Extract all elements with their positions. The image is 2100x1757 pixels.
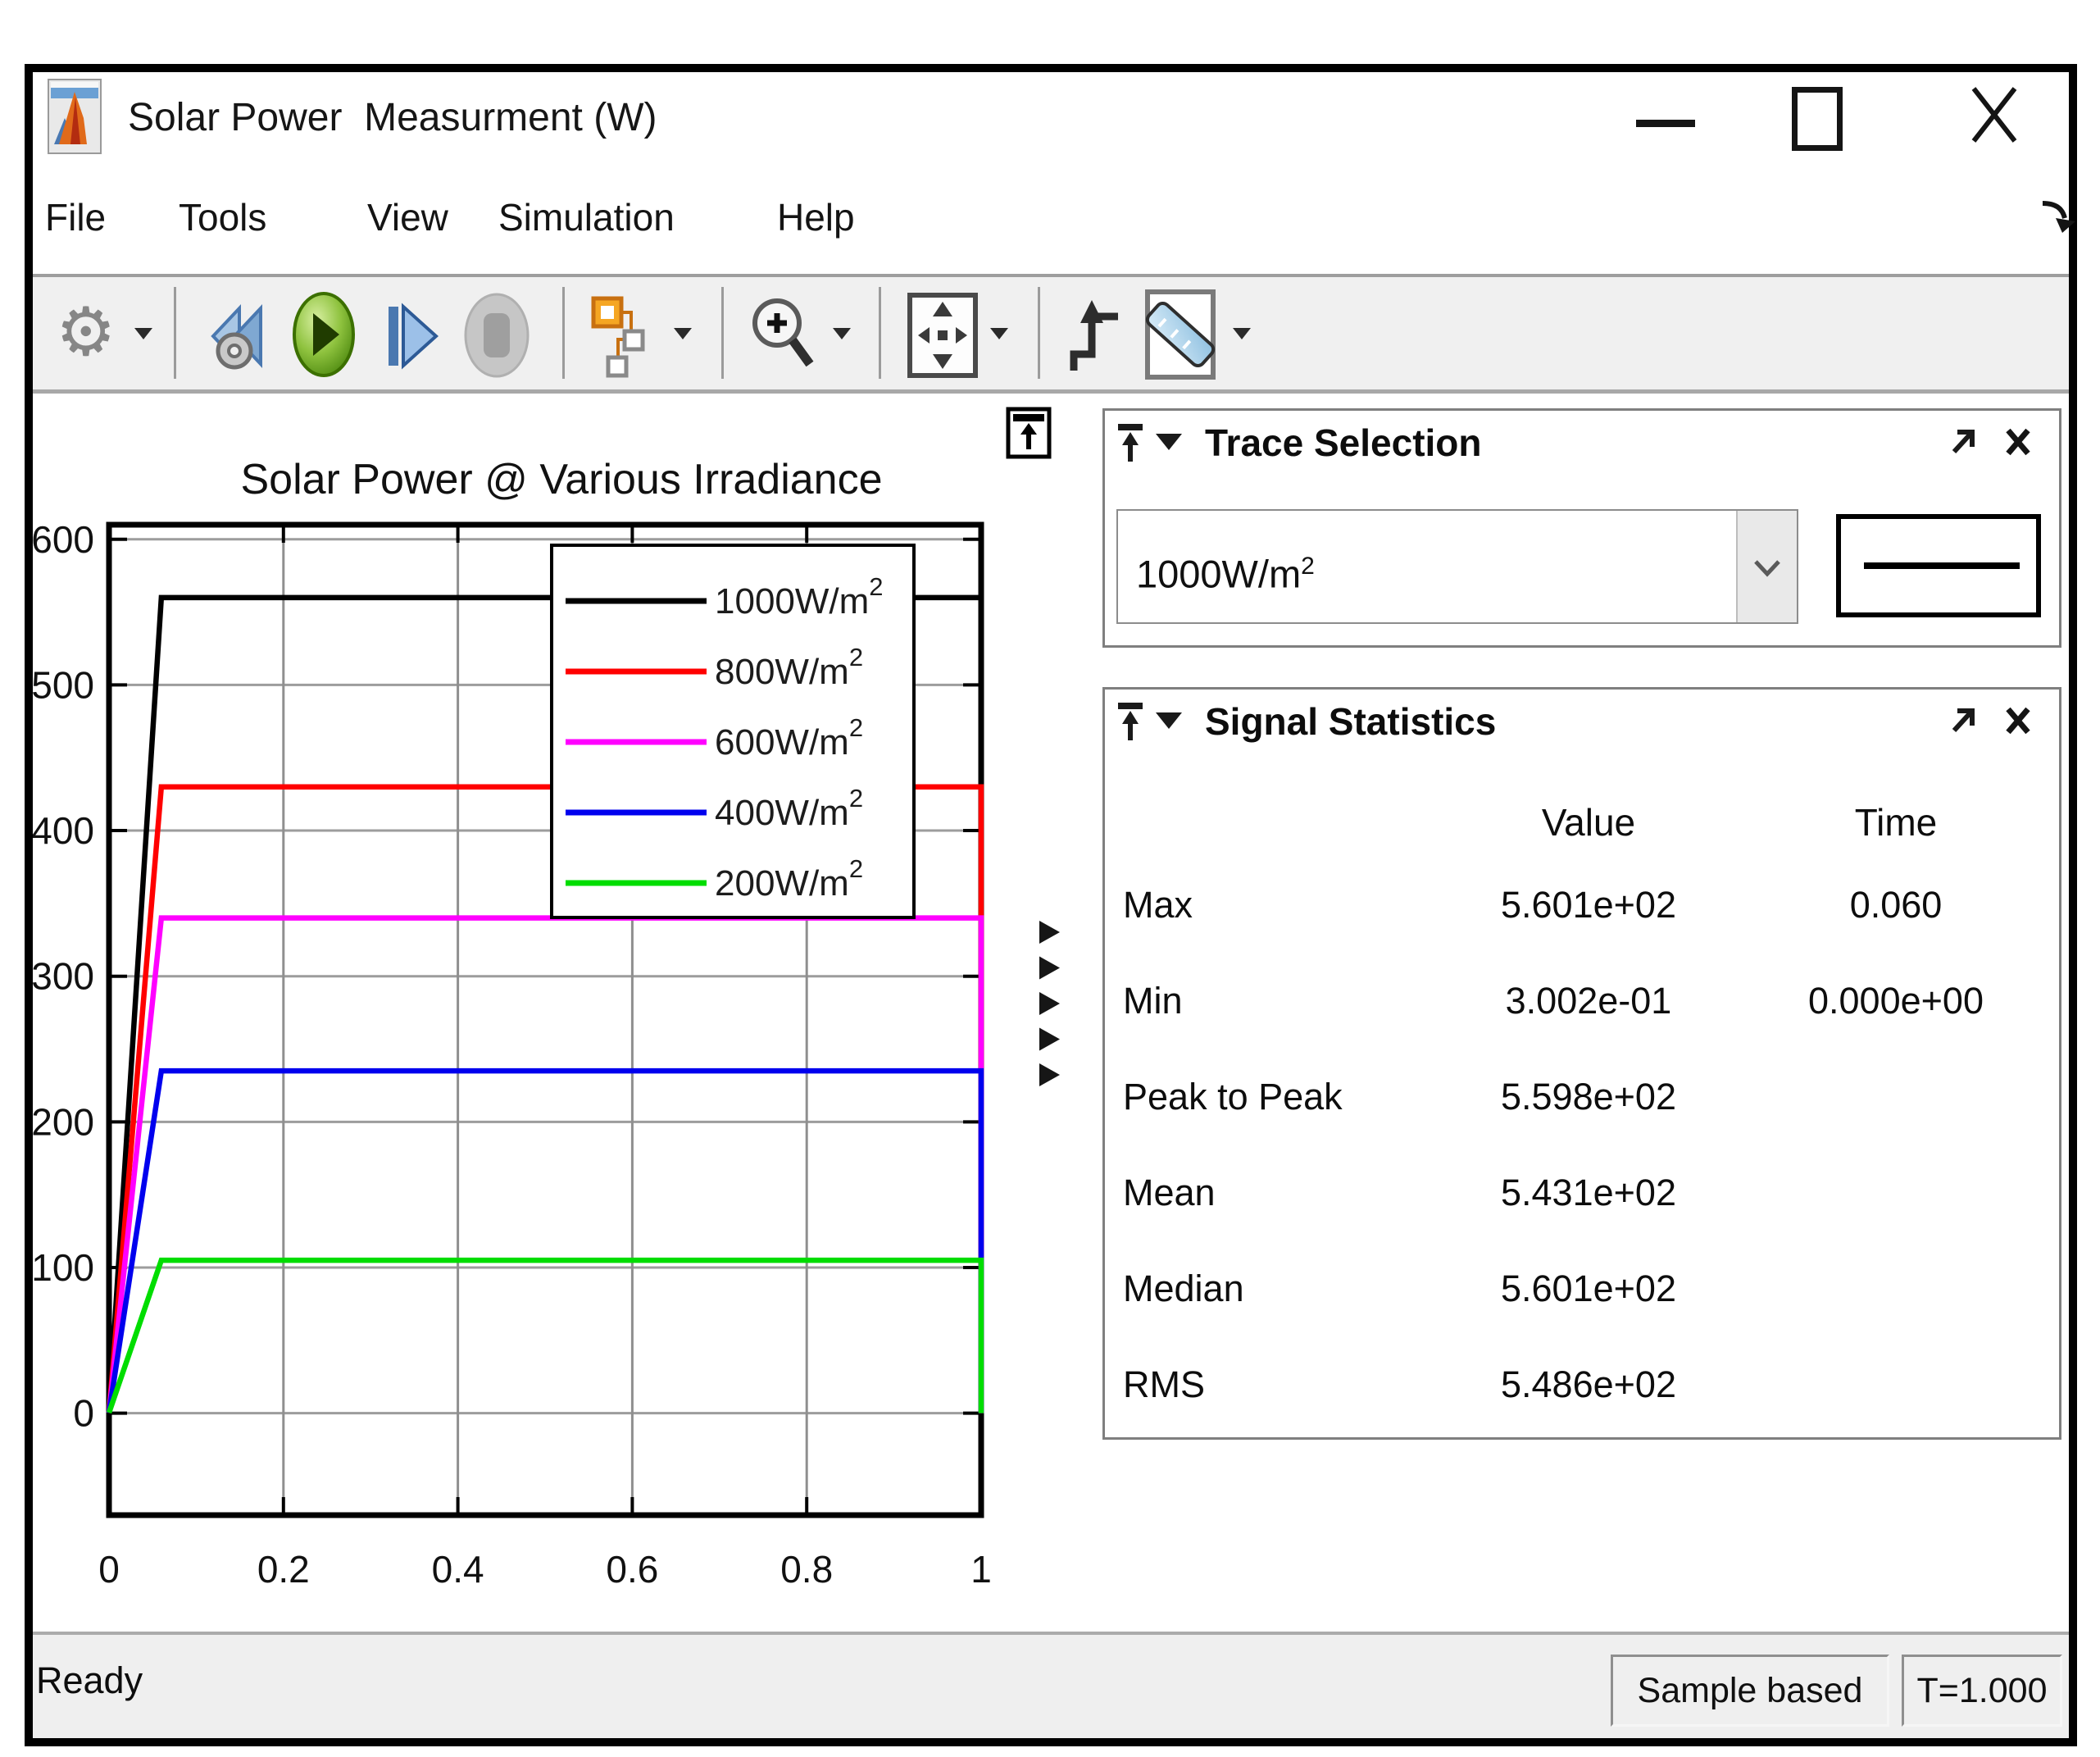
- close-panel-icon[interactable]: [2002, 703, 2034, 739]
- trigger-icon[interactable]: [1067, 295, 1130, 377]
- chart-title: Solar Power @ Various Irradiance: [240, 456, 882, 503]
- stat-row-time: 0.060: [1740, 884, 2052, 926]
- x-tick-label: 0.2: [257, 1548, 310, 1591]
- trace-marker-icon: [1039, 1063, 1060, 1086]
- stop-icon[interactable]: [459, 290, 534, 380]
- y-tick-label: 200: [33, 1100, 94, 1143]
- chevron-down-icon: [1752, 558, 1782, 578]
- zoom-dropdown-icon[interactable]: [833, 328, 851, 339]
- status-text: Ready: [36, 1659, 143, 1702]
- trace-selection-panel: Trace Selection 1000W/m2: [1102, 408, 2061, 648]
- panel-title: Signal Statistics: [1205, 699, 1496, 744]
- x-tick-label: 0: [98, 1548, 120, 1591]
- collapse-icon[interactable]: [1156, 712, 1182, 729]
- scope-plot[interactable]: 0 100 200 300 400 500 600 0 0.2 0.4 0.6 0.8 1 Solar P…: [33, 402, 1090, 1607]
- panel-title: Trace Selection: [1205, 421, 1482, 465]
- stat-row-value: 5.486e+02: [1433, 1363, 1744, 1406]
- close-panel-icon[interactable]: [2002, 424, 2034, 460]
- collapse-icon[interactable]: [1156, 434, 1182, 450]
- y-tick-label: 100: [33, 1246, 94, 1289]
- move-to-top-icon[interactable]: [1116, 701, 1146, 744]
- toolbar: ⚙: [33, 274, 2069, 394]
- zoom-icon[interactable]: [748, 294, 818, 379]
- toolbar-separator: [879, 287, 881, 379]
- move-to-top-icon[interactable]: [1116, 422, 1146, 465]
- trace-marker-icon: [1039, 1028, 1060, 1051]
- measurements-dropdown-icon[interactable]: [1233, 328, 1251, 339]
- stat-row-label: Median: [1123, 1268, 1244, 1310]
- maximize-icon[interactable]: [1792, 87, 1843, 151]
- line-style-button[interactable]: [1836, 514, 2041, 617]
- column-header-time: Time: [1740, 800, 2052, 844]
- selected-trace: 1000W/m: [1136, 553, 1301, 596]
- y-tick-label: 0: [73, 1392, 94, 1435]
- toolbar-separator: [721, 287, 724, 379]
- x-tick-label: 0.4: [432, 1548, 484, 1591]
- stat-row-label: RMS: [1123, 1363, 1205, 1406]
- stat-row-value: 5.601e+02: [1433, 1268, 1744, 1310]
- stat-row-label: Peak to Peak: [1123, 1076, 1343, 1118]
- step-back-icon[interactable]: [207, 297, 277, 376]
- popout-icon[interactable]: [1946, 703, 1980, 740]
- step-forward-icon[interactable]: [384, 298, 444, 374]
- toolbar-separator: [562, 287, 565, 379]
- menu-help[interactable]: Help: [777, 195, 855, 239]
- trace-marker-icon: [1039, 992, 1060, 1015]
- stat-row-value: 5.431e+02: [1433, 1172, 1744, 1214]
- window-title: Solar Power Measurment (W): [128, 80, 657, 156]
- x-tick-label: 1: [970, 1548, 992, 1591]
- scope-window: Solar Power Measurment (W) File Tools Vi…: [0, 0, 2100, 1757]
- stat-row-label: Mean: [1123, 1172, 1216, 1214]
- y-tick-label: 600: [33, 518, 94, 561]
- fit-dropdown-icon[interactable]: [990, 328, 1008, 339]
- fit-to-view-icon[interactable]: [905, 292, 980, 379]
- stat-row-value: 3.002e-01: [1433, 980, 1744, 1022]
- trace-marker-icon: [1039, 921, 1060, 944]
- selected-trace-sup: 2: [1301, 553, 1315, 580]
- sample-mode-badge: Sample based: [1611, 1655, 1889, 1727]
- ruler-icon[interactable]: [1144, 289, 1216, 380]
- status-bar: Ready Sample based T=1.000: [33, 1632, 2069, 1738]
- stat-row-time: 0.000e+00: [1740, 980, 2052, 1022]
- y-tick-label: 300: [33, 955, 94, 998]
- x-tick-label: 0.8: [780, 1548, 833, 1591]
- close-icon[interactable]: [1967, 84, 2021, 146]
- line-style-sample: [1864, 562, 2020, 569]
- simulink-scope-icon: [48, 79, 102, 154]
- trace-select-dropdown[interactable]: 1000W/m2: [1116, 509, 1798, 624]
- stat-row-value: 5.601e+02: [1433, 884, 1744, 926]
- column-header-value: Value: [1433, 800, 1744, 844]
- blocks-dropdown-icon[interactable]: [674, 328, 692, 339]
- simulink-blocks-icon[interactable]: [589, 294, 657, 379]
- run-icon[interactable]: [289, 289, 359, 380]
- stat-row-label: Max: [1123, 884, 1193, 926]
- menu-file[interactable]: File: [45, 195, 106, 239]
- sim-time-badge: T=1.000: [1902, 1655, 2062, 1727]
- signal-statistics-panel: Signal Statistics Value Time Max 5.601e+…: [1102, 687, 2061, 1440]
- menu-tools[interactable]: Tools: [179, 195, 266, 239]
- y-tick-label: 500: [33, 663, 94, 706]
- toolbar-separator: [174, 287, 176, 379]
- dropdown-strip[interactable]: [1736, 511, 1797, 622]
- settings-dropdown-icon[interactable]: [134, 328, 152, 339]
- menu-view[interactable]: View: [367, 195, 448, 239]
- menu-simulation[interactable]: Simulation: [498, 195, 675, 239]
- trace-marker-icon: [1039, 957, 1060, 980]
- popout-icon[interactable]: [1946, 424, 1980, 462]
- stat-row-value: 5.598e+02: [1433, 1076, 1744, 1118]
- stat-row-label: Min: [1123, 980, 1183, 1022]
- x-tick-label: 0.6: [606, 1548, 658, 1591]
- restore-view-icon[interactable]: [1006, 407, 1052, 459]
- y-tick-label: 400: [33, 809, 94, 852]
- minimize-icon[interactable]: [1636, 120, 1695, 127]
- gear-icon[interactable]: ⚙: [56, 294, 116, 372]
- toolbar-separator: [1038, 287, 1040, 379]
- dock-arrow-icon[interactable]: [2038, 193, 2079, 238]
